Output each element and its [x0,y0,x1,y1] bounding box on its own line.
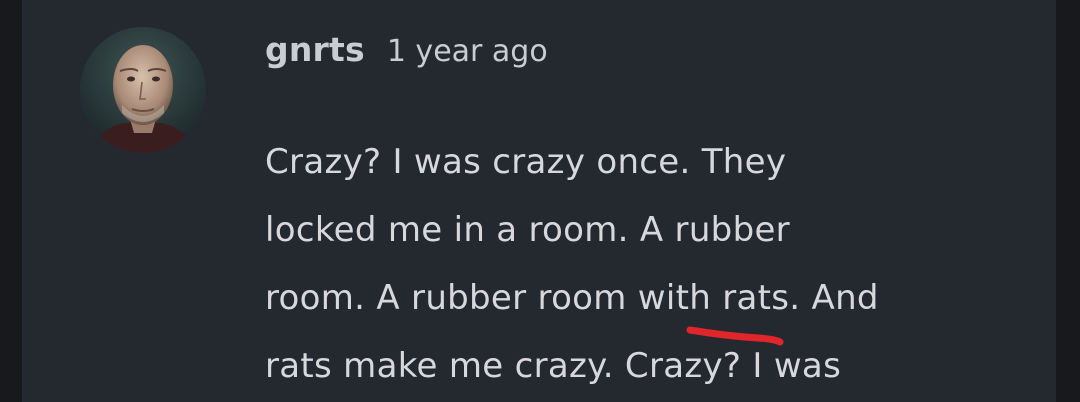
red-underline-annotation [686,326,784,346]
avatar-photo-icon [80,27,206,153]
comment-body: Crazy? I was crazy once. They locked me … [265,128,1025,402]
comment-line: rats make me crazy. Crazy? I was [265,346,842,386]
avatar[interactable] [80,27,206,153]
comment-timestamp[interactable]: 1 year ago [387,34,548,69]
comment-line: Crazy? I was crazy once. They [265,142,787,182]
comment-line: locked me in a room. A rubber [265,210,790,250]
comment-card: gnrts 1 year ago Crazy? I was crazy once… [0,0,1080,402]
comment-line: room. A rubber room with rats. And [265,278,879,318]
username-link[interactable]: gnrts [265,30,365,69]
right-gutter [1056,0,1080,402]
left-gutter [0,0,22,402]
comment-header: gnrts 1 year ago [265,30,548,82]
